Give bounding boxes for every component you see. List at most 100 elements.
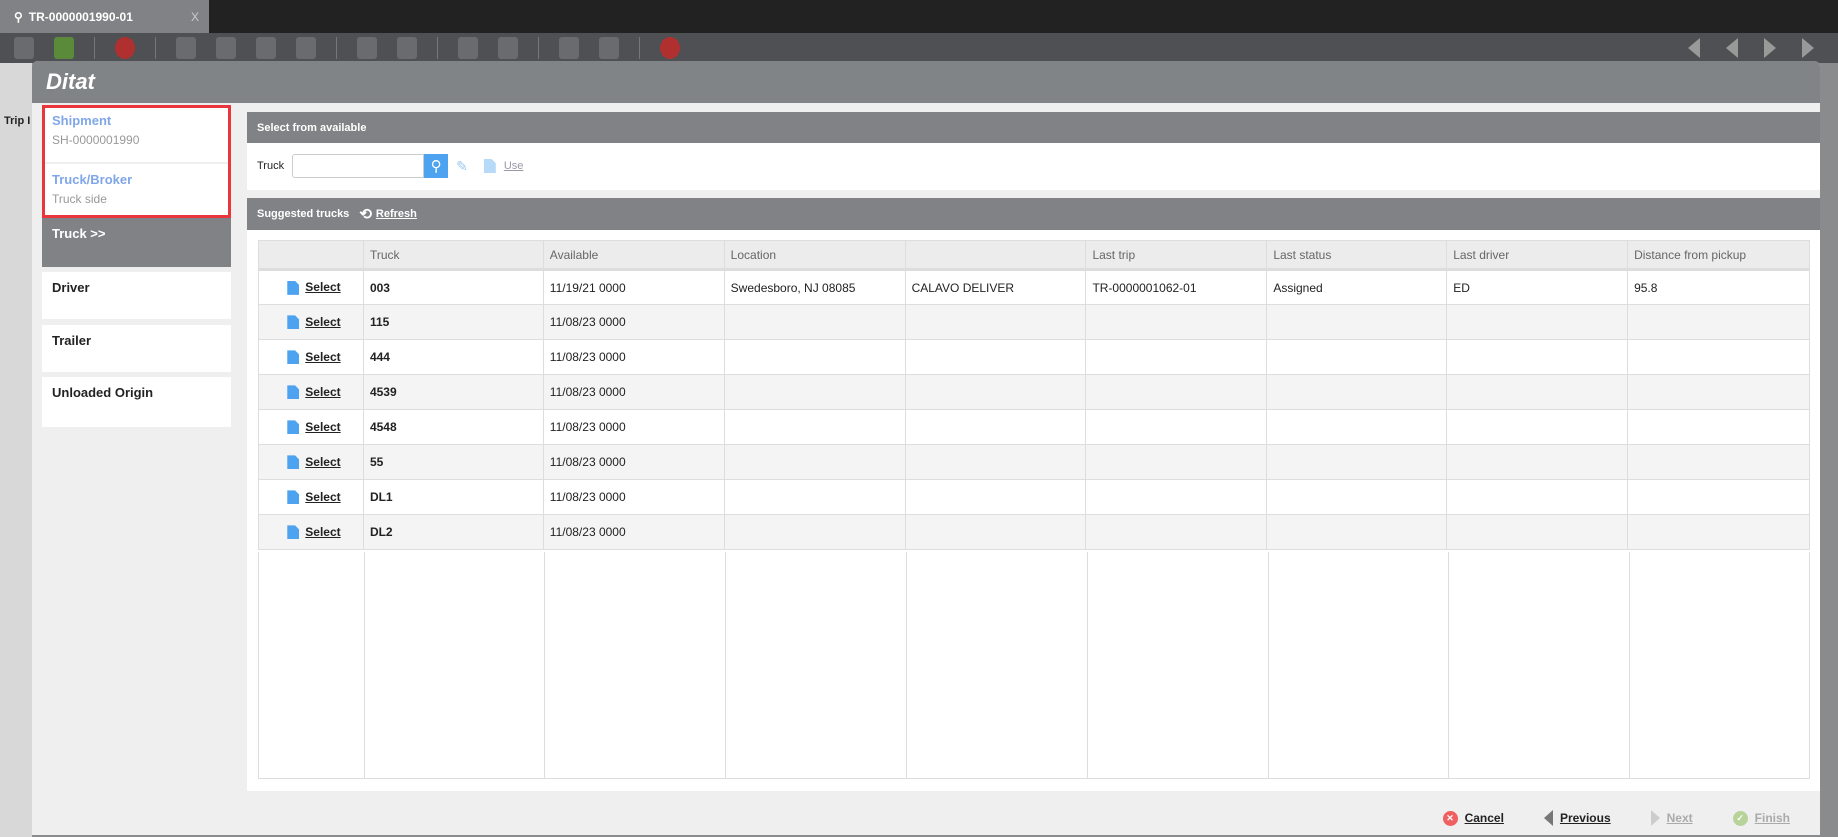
step-shipment[interactable]: Shipment SH-0000001990 xyxy=(42,105,231,162)
underlying-label: Trip I xyxy=(4,115,31,127)
use-button[interactable]: Use xyxy=(504,160,524,172)
table-cell xyxy=(723,444,906,480)
search-icon[interactable]: ⚲ xyxy=(424,154,449,178)
record-navigation xyxy=(1688,38,1814,58)
table-cell: CALAVO DELIVER xyxy=(904,269,1087,305)
select-button[interactable]: Select xyxy=(305,420,340,434)
select-button[interactable]: Select xyxy=(305,455,340,469)
divider xyxy=(639,37,640,59)
finish-button[interactable]: ✓ Finish xyxy=(1732,810,1790,826)
step-truck[interactable]: Truck >> xyxy=(42,218,231,267)
select-icon xyxy=(287,490,300,505)
scan-icon[interactable] xyxy=(559,37,579,59)
tab-bar xyxy=(0,0,1838,33)
underlying-page: Trip I xyxy=(0,63,32,837)
select-cell: Select xyxy=(258,339,364,375)
table-cell xyxy=(904,374,1087,410)
table-cell xyxy=(723,304,906,340)
step-unloaded-origin[interactable]: Unloaded Origin xyxy=(42,377,231,427)
column-header[interactable]: Location xyxy=(723,240,906,271)
table-cell xyxy=(723,479,906,515)
panel-title: Suggested trucks xyxy=(257,208,350,220)
tab-trip[interactable]: ⚲ TR-0000001990-01 X xyxy=(0,0,209,33)
save-icon[interactable] xyxy=(54,37,74,59)
column-header[interactable]: Available xyxy=(542,240,725,271)
table-cell xyxy=(904,479,1087,515)
select-icon xyxy=(287,455,300,470)
first-icon[interactable] xyxy=(1688,38,1700,58)
table-cell xyxy=(723,374,906,410)
table-cell xyxy=(1266,444,1448,480)
panel-title: Select from available xyxy=(257,121,367,134)
save-close-icon[interactable] xyxy=(14,37,34,59)
column-header[interactable]: Last trip xyxy=(1085,240,1268,271)
table-cell xyxy=(1085,409,1268,445)
next-button[interactable]: Next xyxy=(1650,810,1693,826)
select-button[interactable]: Select xyxy=(305,525,340,539)
table-cell xyxy=(1085,479,1268,515)
step-trailer[interactable]: Trailer xyxy=(42,325,231,372)
cancel-button[interactable]: ✕ Cancel xyxy=(1442,810,1504,826)
last-icon[interactable] xyxy=(1802,38,1814,58)
table-cell: Assigned xyxy=(1266,269,1448,305)
close-icon[interactable]: X xyxy=(191,10,199,24)
select-button[interactable]: Select xyxy=(305,315,340,329)
split-icon[interactable] xyxy=(296,37,316,59)
table-row: Select 4548 11/08/23 0000 xyxy=(258,409,1810,445)
table-cell xyxy=(1446,374,1629,410)
refresh-icon[interactable]: ⟲ xyxy=(359,205,372,223)
refresh-button[interactable]: Refresh xyxy=(376,208,417,220)
select-button[interactable]: Select xyxy=(305,490,340,504)
table-cell xyxy=(1627,339,1810,375)
prev-icon[interactable] xyxy=(1726,38,1738,58)
tab-title: TR-0000001990-01 xyxy=(28,9,133,24)
ditat-logo: Ditat xyxy=(46,69,95,94)
column-header[interactable]: Truck xyxy=(362,240,544,271)
column-header[interactable]: Last driver xyxy=(1446,240,1629,271)
next-icon xyxy=(1650,810,1660,826)
step-title: Unloaded Origin xyxy=(52,385,154,400)
table-row: Select 003 11/19/21 0000 Swedesboro, NJ 080… xyxy=(258,269,1810,305)
print-icon[interactable] xyxy=(357,37,377,59)
user-lock-icon[interactable] xyxy=(599,37,619,59)
table-cell: 55 xyxy=(362,444,544,480)
select-button[interactable]: Select xyxy=(305,280,340,294)
step-truck-broker[interactable]: Truck/Broker Truck side xyxy=(42,164,231,218)
select-button[interactable]: Select xyxy=(305,350,340,364)
next-label: Next xyxy=(1666,811,1693,825)
column-line xyxy=(1629,552,1630,778)
edit-icon[interactable]: ✎ xyxy=(456,158,468,175)
comment-icon[interactable] xyxy=(498,37,518,59)
select-button[interactable]: Select xyxy=(305,385,340,399)
step-driver[interactable]: Driver xyxy=(42,272,231,319)
finish-label: Finish xyxy=(1754,811,1790,825)
document-icon[interactable] xyxy=(458,37,478,59)
column-header[interactable]: Last status xyxy=(1266,240,1448,271)
use-icon xyxy=(483,159,496,173)
table-cell xyxy=(1446,304,1629,340)
truck-input[interactable] xyxy=(292,154,425,178)
help-icon[interactable] xyxy=(660,37,680,59)
table-cell: 444 xyxy=(362,339,544,375)
select-icon xyxy=(287,420,300,435)
column-header[interactable] xyxy=(258,240,364,271)
trash-icon[interactable] xyxy=(397,37,417,59)
table-cell xyxy=(723,409,906,445)
select-icon xyxy=(287,350,300,365)
table-cell: 003 xyxy=(362,269,544,305)
cancel-icon[interactable] xyxy=(115,37,135,59)
next-icon[interactable] xyxy=(1764,38,1776,58)
dispatch-icon[interactable] xyxy=(176,37,196,59)
cancel-label: Cancel xyxy=(1464,811,1504,825)
previous-icon xyxy=(1543,810,1553,826)
column-line xyxy=(1087,552,1088,778)
column-header[interactable]: Distance from pickup xyxy=(1627,240,1810,271)
select-cell: Select xyxy=(258,374,364,410)
select-panel: Truck ⚲ ✎ Use xyxy=(247,143,1820,190)
column-header[interactable] xyxy=(904,240,1087,271)
cart-icon[interactable] xyxy=(256,37,276,59)
assign-icon[interactable] xyxy=(216,37,236,59)
table-cell xyxy=(1627,374,1810,410)
suggested-header: Suggested trucks ⟲ Refresh xyxy=(247,198,1820,230)
previous-button[interactable]: Previous xyxy=(1543,810,1611,826)
